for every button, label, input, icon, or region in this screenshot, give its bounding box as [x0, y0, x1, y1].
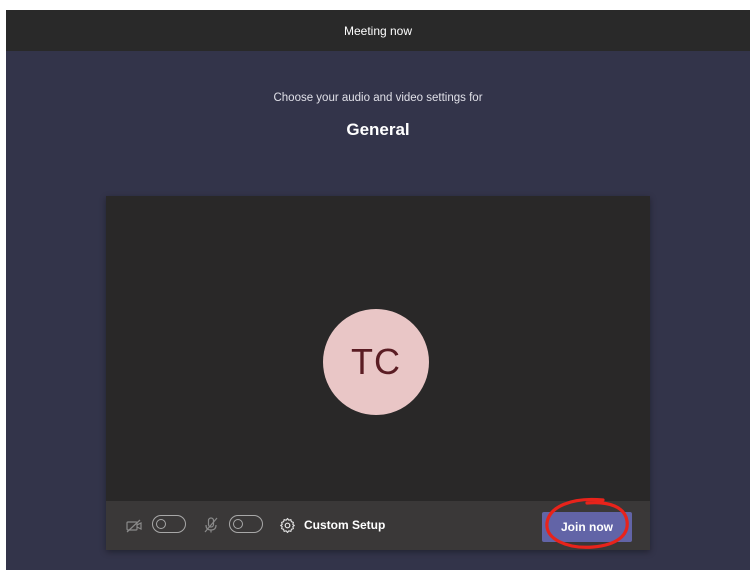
settings-prompt: Choose your audio and video settings for [273, 92, 483, 104]
video-toggle-knob [156, 518, 166, 529]
meeting-window: Meeting now Choose your audio and video … [6, 10, 750, 570]
window-title: Meeting now [343, 23, 413, 38]
video-off-icon[interactable] [125, 517, 143, 535]
device-controls-bar: Custom Setup Join now [106, 501, 650, 550]
avatar: TC [323, 309, 429, 415]
video-preview: TC Custom Setup Join now [106, 196, 650, 550]
gear-icon[interactable] [279, 517, 296, 534]
avatar-initials: TC [351, 341, 401, 382]
mic-off-icon[interactable] [202, 516, 220, 534]
title-bar: Meeting now [6, 10, 750, 51]
mic-toggle-knob [233, 518, 243, 529]
join-now-button[interactable]: Join now [542, 512, 632, 542]
channel-name: General [346, 120, 410, 139]
mic-toggle[interactable] [229, 515, 263, 533]
custom-setup-button[interactable]: Custom Setup [304, 518, 385, 532]
video-toggle[interactable] [152, 515, 186, 533]
